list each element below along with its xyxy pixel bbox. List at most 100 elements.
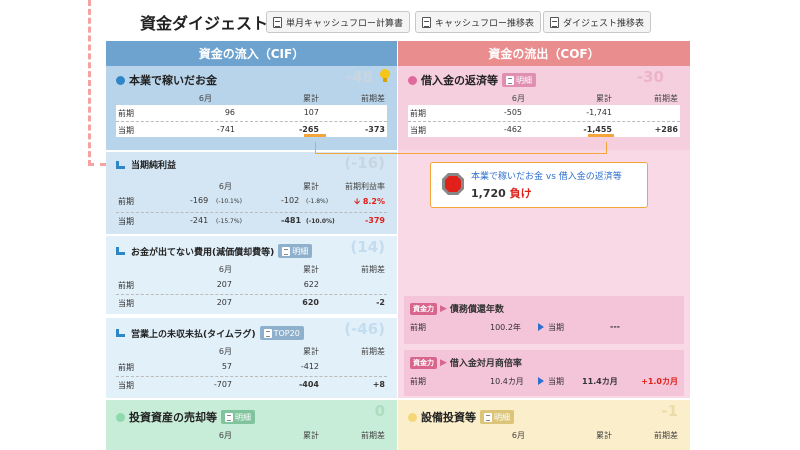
col-profit-rate: 前期利益率	[345, 182, 385, 191]
guide-dashed-connector	[88, 163, 106, 166]
cell-month: 207	[216, 280, 232, 289]
noncash-heading: お金が出てない費用(減価償却費等) 明細	[116, 244, 313, 258]
cell-diff: +8	[372, 380, 385, 389]
loan-ratio-row: 前期 10.4カ月 当期 11.4カ月 +1.0カ月	[410, 376, 678, 390]
inflow-column-header: 資金の流入（CIF）	[106, 41, 397, 66]
cell-cum: -1,741	[586, 108, 612, 117]
loan-ratio-heading: 資金力 ▶ 借入金対月商倍率	[410, 356, 522, 369]
cell-month: -462	[503, 125, 522, 134]
detail-button[interactable]: 明細	[278, 244, 313, 258]
cof-capex-panel: 設備投資等 明細 -1 6月 累計 前期差	[398, 400, 690, 450]
unpaid-heading: 営業上の未収未払(タイムラグ) TOP20	[116, 326, 304, 340]
highlight-underline	[588, 134, 614, 137]
sub-item-icon	[116, 160, 125, 169]
monthly-cf-statement-label: 単月キャッシュフロー計算書	[286, 18, 404, 29]
digest-trend-label: ダイジェスト推移表	[563, 18, 645, 29]
cur-label: 当期	[548, 377, 564, 386]
noncash-diff: (14)	[350, 238, 385, 256]
cell-rate: -379	[364, 216, 385, 225]
circle-bullet-icon	[408, 412, 417, 422]
row-label: 前期	[118, 281, 134, 290]
detail-button[interactable]: 明細	[480, 410, 514, 424]
col-prev-diff: 前期差	[361, 265, 385, 274]
cell-month: -707	[213, 380, 232, 389]
investment-diff: 0	[374, 402, 385, 420]
capability-badge: 資金力	[410, 302, 437, 315]
detail-button[interactable]: 明細	[502, 73, 536, 87]
cif-unpaid-panel: 営業上の未収未払(タイムラグ) TOP20 (-46) 6月 累計 前期差 前期…	[106, 318, 397, 398]
table-row: 前期 -505 -1,741	[408, 105, 680, 121]
cell-cum: 107	[303, 108, 319, 117]
cur-label: 当期	[548, 323, 564, 332]
document-icon	[550, 16, 559, 28]
cell-rate: 🡫 8.2%	[354, 196, 385, 210]
col-cumulative: 累計	[303, 182, 319, 191]
detail-button[interactable]: 明細	[221, 410, 255, 424]
cif-business-diff: -48	[345, 68, 373, 86]
col-month: 6月	[198, 94, 212, 103]
table-row: 当期 -462 -1,455 +286	[408, 121, 680, 137]
prev-value: 100.2年	[490, 323, 521, 332]
investment-heading: 投資資産の売却等 明細	[116, 409, 255, 425]
col-prev-diff: 前期差	[361, 347, 385, 356]
col-cumulative: 累計	[303, 431, 319, 440]
capability-badge: 資金力	[410, 356, 437, 369]
profit-rate-value: 8.2%	[362, 197, 385, 206]
digest-trend-button[interactable]: ダイジェスト推移表	[543, 11, 652, 33]
cell-diff: -373	[364, 125, 385, 134]
monthly-cf-statement-button[interactable]: 単月キャッシュフロー計算書	[266, 11, 411, 33]
cif-noncash-panel: お金が出てない費用(減価償却費等) 明細 (14) 6月 累計 前期差 前期 2…	[106, 236, 397, 314]
noncash-table: 前期 207 622 当期 207 620 -2	[116, 277, 387, 311]
col-cumulative: 累計	[303, 94, 319, 103]
loan-ratio-title: 借入金対月商倍率	[449, 359, 522, 369]
table-row: 前期 96 107	[116, 105, 387, 121]
col-cumulative: 累計	[596, 94, 612, 103]
col-month: 6月	[218, 265, 232, 274]
detail-label: 明細	[235, 412, 251, 422]
lightbulb-icon[interactable]	[379, 68, 391, 84]
callout-connector	[606, 142, 607, 154]
col-month: 6月	[511, 94, 525, 103]
col-month: 6月	[218, 431, 232, 440]
cf-trend-button[interactable]: キャッシュフロー推移表	[415, 11, 542, 33]
capex-diff: -1	[661, 402, 678, 420]
repay-heading: 借入金の返済等 明細	[408, 72, 536, 88]
table-row: 前期 -169 (-10.1%) -102 (-1.8%) 🡫 8.2%	[116, 193, 387, 212]
row-label: 当期	[118, 299, 134, 308]
detail-label: 明細	[292, 246, 309, 256]
detail-label: 明細	[516, 75, 532, 85]
cell-cum: -412	[300, 362, 319, 371]
detail-icon	[484, 412, 492, 422]
table-row: 当期 -741 -265 -373	[116, 121, 387, 137]
debt-years-panel: 資金力 ▶ 債務償還年数 前期 100.2年 当期 ---	[404, 296, 684, 344]
cof-repay-panel: 借入金の返済等 明細 -30 6月 累計 前期差 前期 -505 -1,741 …	[398, 66, 690, 150]
col-prev-diff: 前期差	[654, 431, 678, 440]
cif-business-title: 本業で稼いだお金	[129, 74, 217, 87]
cif-net-income-panel: 当期純利益 (-16) 6月 累計 前期利益率 前期 -169 (-10.1%)…	[106, 152, 397, 234]
detail-label: 明細	[494, 412, 510, 422]
table-row: 前期 57 -412	[116, 359, 387, 376]
stop-sign-icon	[442, 173, 464, 195]
cell-cum: 622	[303, 280, 319, 289]
repay-title: 借入金の返済等	[421, 74, 498, 87]
detail-icon	[263, 328, 272, 338]
top20-button[interactable]: TOP20	[259, 326, 304, 340]
debt-years-heading: 資金力 ▶ 債務償還年数	[410, 302, 504, 315]
cell-month: 57	[221, 362, 232, 371]
net-income-heading: 当期純利益	[116, 158, 176, 171]
arrow-right-icon	[538, 323, 544, 331]
cif-business-table: 前期 96 107 当期 -741 -265 -373	[116, 105, 387, 137]
sub-item-icon	[116, 329, 125, 337]
cell-month: -505	[503, 108, 522, 117]
loan-ratio-panel: 資金力 ▶ 借入金対月商倍率 前期 10.4カ月 当期 11.4カ月 +1.0カ…	[404, 350, 684, 396]
arrow-right-icon	[538, 377, 544, 385]
cell-diff: +286	[654, 125, 678, 134]
cif-business-panel: 本業で稼いだお金 -48 6月 累計 前期差 前期 96 107 当期 -741…	[106, 66, 397, 150]
row-label: 前期	[410, 109, 426, 118]
circle-bullet-icon	[408, 75, 417, 85]
circle-bullet-icon	[116, 75, 125, 85]
callout-connector	[315, 153, 606, 154]
table-row: 前期 207 622	[116, 277, 387, 294]
outflow-column-header: 資金の流出（COF）	[398, 41, 690, 66]
comparison-callout: 本業で稼いだお金 vs 借入金の返済等 1,720 負け	[430, 162, 648, 208]
